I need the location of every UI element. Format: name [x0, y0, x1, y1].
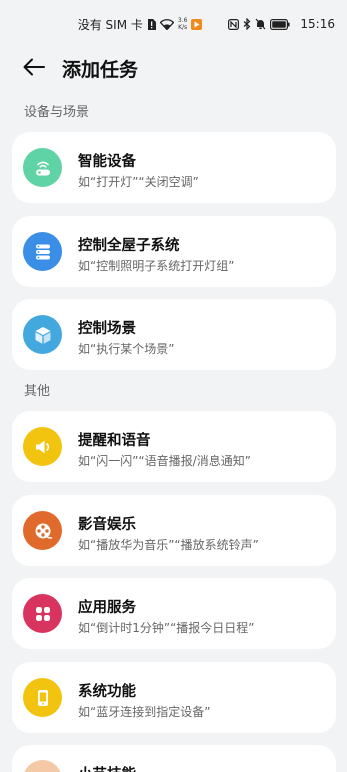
section-title-devices: 设备与场景 [24, 105, 90, 120]
smart-device-icon [23, 148, 62, 187]
back-arrow-icon [23, 58, 45, 76]
clock: 15:16 [300, 17, 335, 31]
nfc-icon [228, 18, 240, 30]
task-item-media-entertainment[interactable]: 影音娱乐 如“播放华为音乐”“播放系统铃声” [12, 495, 336, 566]
task-item-xiaoyi-skills[interactable]: 小艺技能 [12, 745, 336, 772]
xiaoyi-icon [23, 760, 62, 772]
task-item-subtitle: 如“执行某个场景” [78, 342, 175, 356]
notification-app-icon [191, 18, 203, 30]
task-item-app-services[interactable]: 应用服务 如“倒计时1分钟”“播报今日日程” [12, 578, 336, 649]
task-item-title: 提醒和语音 [78, 433, 151, 449]
task-item-subtitle: 如“蓝牙连接到指定设备” [78, 705, 211, 719]
wifi-icon [159, 18, 174, 30]
stack-icon [23, 232, 62, 271]
section-title-other: 其他 [24, 384, 51, 399]
net-speed-value: 3.6 [177, 17, 188, 24]
page-title: 添加任务 [62, 59, 139, 81]
task-item-control-scene[interactable]: 控制场景 如“执行某个场景” [12, 299, 336, 370]
task-item-title: 影音娱乐 [78, 517, 136, 533]
mute-icon [255, 18, 266, 30]
task-item-subtitle: 如“打开灯”“关闭空调” [78, 175, 199, 189]
back-button[interactable] [20, 54, 48, 80]
task-item-whole-house-system[interactable]: 控制全屋子系统 如“控制照明子系统打开灯组” [12, 216, 336, 287]
task-item-subtitle: 如“倒计时1分钟”“播报今日日程” [78, 621, 255, 635]
app-grid-icon [23, 594, 62, 633]
net-speed: 3.6 K/s [178, 17, 188, 31]
app-header: 添加任务 [0, 48, 347, 86]
task-item-title: 控制全屋子系统 [78, 238, 180, 254]
task-item-subtitle: 如“控制照明子系统打开灯组” [78, 259, 235, 273]
task-item-system-functions[interactable]: 系统功能 如“蓝牙连接到指定设备” [12, 662, 336, 733]
task-item-title: 控制场景 [78, 321, 136, 337]
task-item-title: 智能设备 [78, 154, 136, 170]
task-item-title: 系统功能 [78, 684, 136, 700]
status-bar: 没有 SIM 卡 3.6 K/s 15:16 [0, 0, 347, 48]
task-item-smart-device[interactable]: 智能设备 如“打开灯”“关闭空调” [12, 132, 336, 203]
task-item-title: 应用服务 [78, 600, 136, 616]
task-item-subtitle: 如“闪一闪”“语音播报/消息通知” [78, 454, 251, 468]
carrier-text: 没有 SIM 卡 [77, 17, 143, 32]
speaker-icon [23, 427, 62, 466]
task-item-subtitle: 如“播放华为音乐”“播放系统铃声” [78, 538, 259, 552]
task-item-title: 小艺技能 [78, 763, 136, 772]
sim-alert-icon [147, 18, 156, 30]
task-item-reminder-voice[interactable]: 提醒和语音 如“闪一闪”“语音播报/消息通知” [12, 411, 336, 482]
film-reel-icon [23, 511, 62, 550]
battery-icon [270, 18, 291, 30]
net-speed-unit: K/s [178, 24, 188, 31]
bluetooth-icon [243, 18, 251, 30]
phone-icon [23, 678, 62, 717]
cube-icon [23, 315, 62, 354]
